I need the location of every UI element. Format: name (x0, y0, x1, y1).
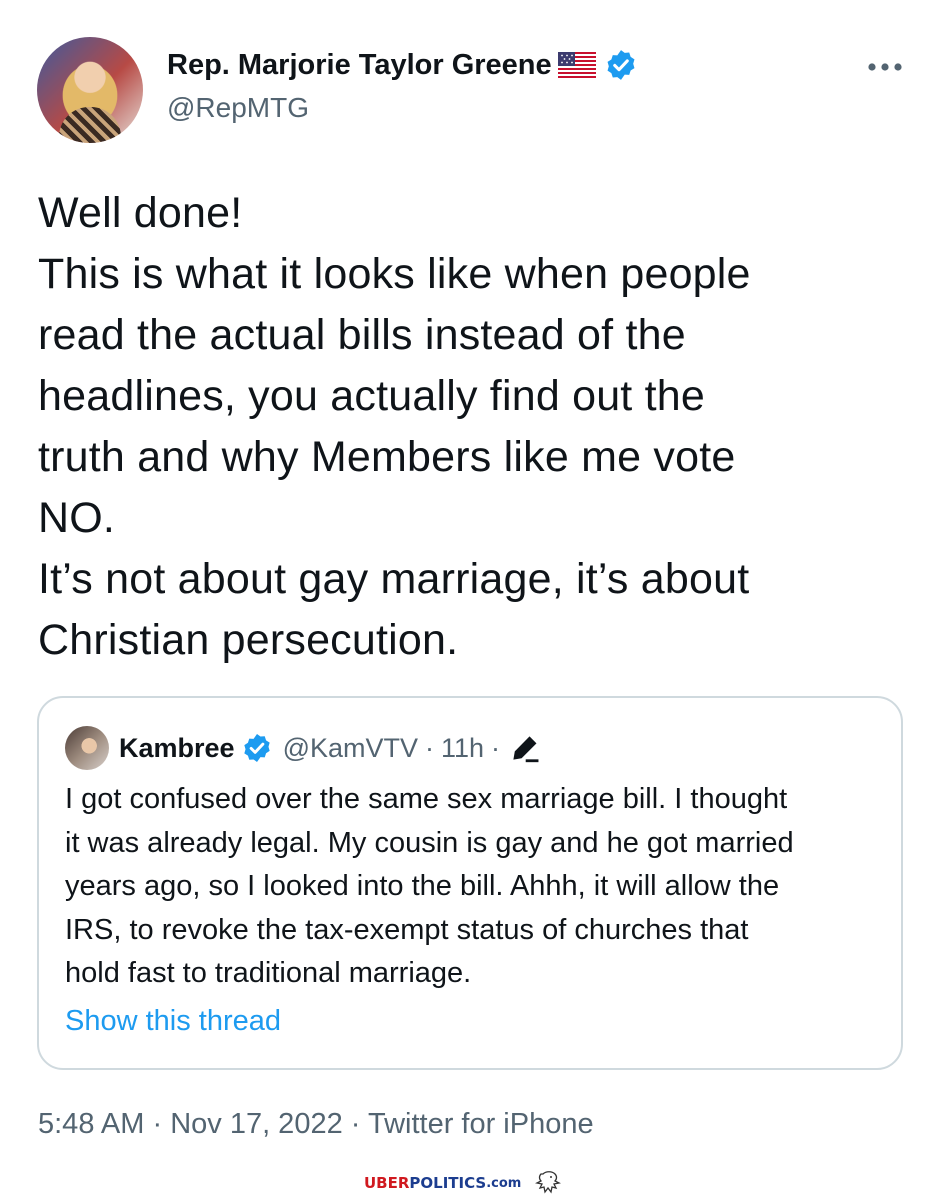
quote-time[interactable]: 11h (441, 733, 484, 764)
quote-line: it was already legal. My cousin is gay a… (65, 826, 794, 859)
eagle-icon (535, 1171, 562, 1194)
tweet-time[interactable]: 5:48 AM (38, 1108, 144, 1140)
quote-line: I got confused over the same sex marriag… (65, 783, 788, 815)
meta-separator: · (342, 1108, 368, 1140)
quote-author-name[interactable]: Kambree (119, 733, 235, 764)
watermark-part: POLITICS (409, 1174, 487, 1192)
author-handle[interactable]: @RepMTG (167, 92, 309, 124)
tweet-date[interactable]: Nov 17, 2022 (170, 1108, 343, 1140)
tweet-timestamp: 5:48 AM · Nov 17, 2022 · Twitter for iPh… (38, 1108, 594, 1141)
quote-line: hold fast to traditional marriage. (65, 957, 472, 989)
quoted-tweet-card[interactable]: Kambree @KamVTV · 11h · I got confused o… (37, 696, 903, 1070)
tweet-line: Well done! (38, 189, 243, 237)
tweet-text: Well done! This is what it looks like wh… (38, 183, 918, 671)
quote-line: years ago, so I looked into the bill. Ah… (65, 870, 780, 902)
quote-meta: @KamVTV · 11h · (283, 731, 542, 765)
tweet-line: headlines, you actually find out the (38, 372, 705, 420)
tweet-line: NO. (38, 494, 116, 542)
more-dots-icon[interactable] (866, 62, 904, 72)
watermark-part: UBER (364, 1174, 410, 1192)
author-name-row: Rep. Marjorie Taylor Greene (167, 47, 638, 83)
tweet-line: This is what it looks like when people (38, 250, 751, 298)
quote-avatar[interactable] (65, 726, 109, 770)
verified-badge-icon (607, 50, 635, 80)
tweet-line: Christian persecution. (38, 616, 459, 664)
tweet-line: It’s not about gay marriage, it’s about (38, 555, 750, 603)
verified-badge-icon (243, 734, 270, 762)
meta-separator: · (425, 732, 434, 763)
quote-line: IRS, to revoke the tax-exempt status of … (65, 913, 749, 946)
quote-header: Kambree @KamVTV · 11h · (65, 726, 542, 770)
site-watermark: UBER POLITICS .com (364, 1170, 563, 1196)
tweet-line: read the actual bills instead of the (38, 311, 686, 359)
quote-author-handle[interactable]: @KamVTV (283, 733, 418, 764)
watermark-part: .com (486, 1175, 522, 1191)
tweet-source[interactable]: Twitter for iPhone (368, 1108, 594, 1140)
show-thread-link[interactable]: Show this thread (65, 1005, 281, 1038)
quote-text: I got confused over the same sex marriag… (65, 778, 885, 996)
us-flag-icon (557, 52, 596, 78)
author-name[interactable]: Rep. Marjorie Taylor Greene (167, 47, 552, 83)
author-avatar[interactable] (37, 37, 143, 143)
meta-separator: · (144, 1108, 171, 1140)
avatar-detail (59, 107, 121, 143)
edit-pen-icon (513, 736, 539, 763)
meta-separator: · (491, 732, 501, 763)
tweet-line: truth and why Members like me vote (38, 433, 736, 481)
